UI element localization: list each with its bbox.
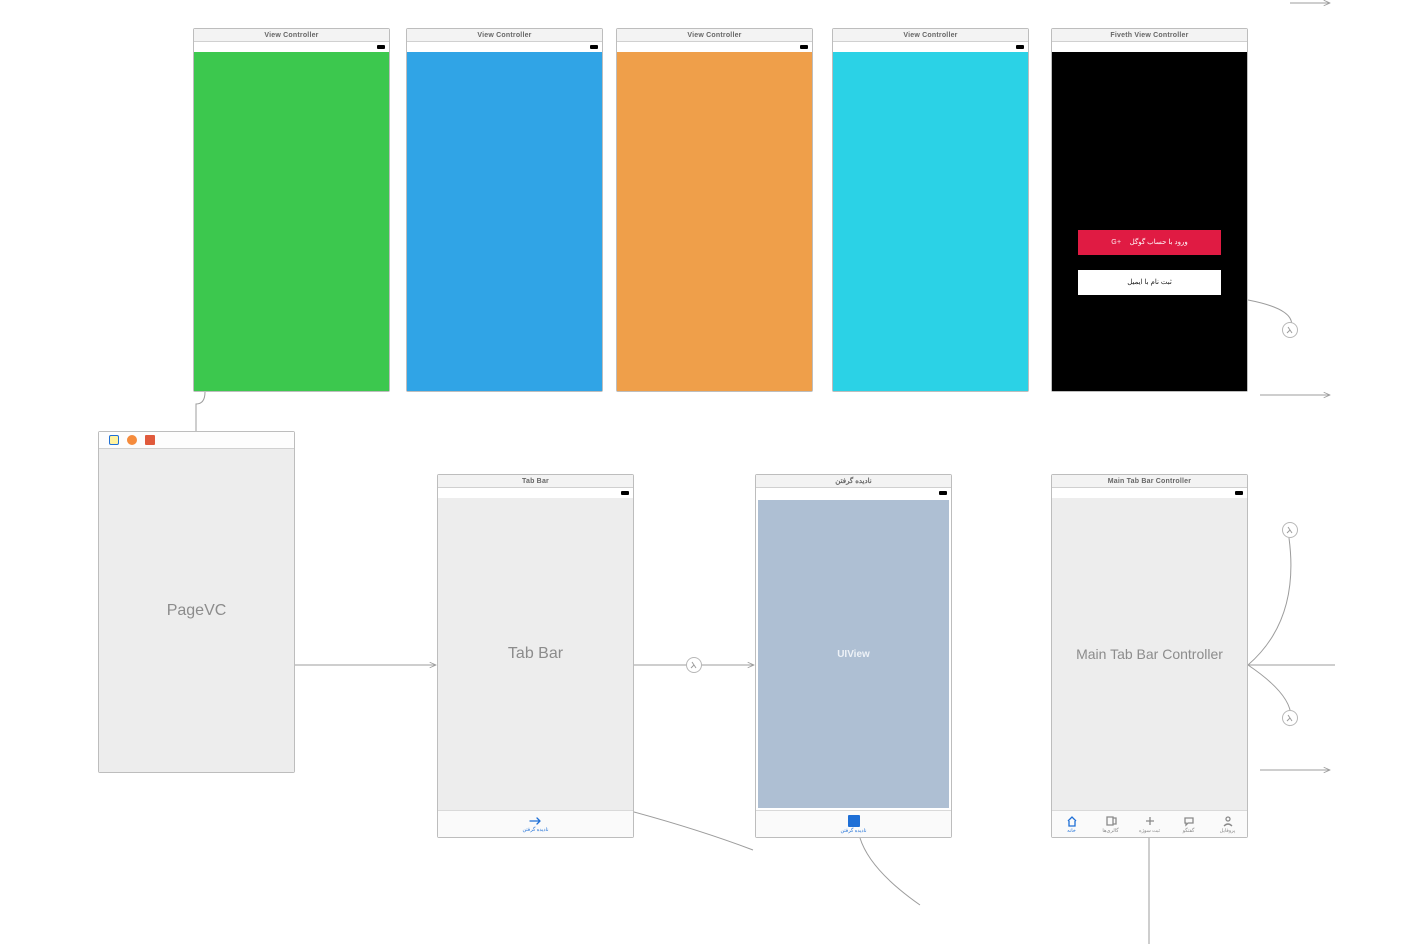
placeholder-label: Tab Bar: [508, 645, 563, 663]
exit-icon[interactable]: [145, 435, 155, 445]
status-bar: [1052, 42, 1247, 52]
scene-selection-bar[interactable]: [99, 432, 294, 449]
scene-title: Main Tab Bar Controller: [1052, 475, 1247, 488]
tab-bar: نادیده گرفتن: [756, 810, 951, 837]
home-icon: [1066, 815, 1078, 827]
root-view: [194, 52, 389, 391]
profile-icon: [1222, 815, 1234, 827]
scene-title: View Controller: [407, 29, 602, 42]
tab-label[interactable]: نادیده گرفتن: [840, 828, 866, 834]
status-bar: [1052, 488, 1247, 498]
tab-bar-controller[interactable]: Tab Bar Tab Bar نادیده گرفتن: [437, 474, 634, 838]
status-bar: [833, 42, 1028, 52]
root-view: [407, 52, 602, 391]
scene-title: View Controller: [194, 29, 389, 42]
email-signup-button[interactable]: ثبت نام با ایمیل: [1078, 270, 1221, 295]
google-plus-icon: G+: [1111, 239, 1121, 246]
page-view-controller[interactable]: PageVC: [98, 431, 295, 773]
view-controller-orange[interactable]: View Controller: [616, 28, 813, 392]
view-controller-icon[interactable]: [109, 435, 119, 445]
tab-profile[interactable]: پروفایل: [1208, 811, 1247, 837]
google-signin-button[interactable]: G+ ورود با حساب گوگل: [1078, 230, 1221, 255]
first-responder-icon[interactable]: [127, 435, 137, 445]
scene-title: View Controller: [833, 29, 1028, 42]
tab-galleries[interactable]: گالری‌ها: [1091, 811, 1130, 837]
unseen-view-controller[interactable]: نادیده گرفتن UIView نادیده گرفتن: [755, 474, 952, 838]
main-tab-bar-controller[interactable]: Main Tab Bar Controller Main Tab Bar Con…: [1051, 474, 1248, 838]
segue-icon[interactable]: [1282, 522, 1298, 538]
status-bar: [194, 42, 389, 52]
scene-title: Tab Bar: [438, 475, 633, 488]
tab-bar: خانه گالری‌ها ثبت سوژه گفتگو پروفایل: [1052, 810, 1247, 837]
view-controller-cyan[interactable]: View Controller: [832, 28, 1029, 392]
container-placeholder: PageVC: [99, 449, 294, 772]
view-controller-green[interactable]: View Controller: [193, 28, 390, 392]
login-view-controller[interactable]: Fiveth View Controller G+ ورود با حساب گ…: [1051, 28, 1248, 392]
root-view: G+ ورود با حساب گوگل ثبت نام با ایمیل: [1052, 52, 1247, 391]
status-bar: [407, 42, 602, 52]
segue-icon[interactable]: [1282, 710, 1298, 726]
uiview[interactable]: UIView: [758, 500, 949, 808]
status-bar: [756, 488, 951, 498]
plus-icon: [1144, 815, 1156, 827]
root-view: [617, 52, 812, 391]
container-placeholder: Tab Bar: [438, 498, 633, 810]
scene-title: View Controller: [617, 29, 812, 42]
status-bar: [617, 42, 812, 52]
google-signin-label: ورود با حساب گوگل: [1130, 239, 1188, 246]
scene-title: Fiveth View Controller: [1052, 29, 1247, 42]
gallery-icon: [1105, 815, 1117, 827]
square-icon: [848, 815, 860, 827]
tab-home[interactable]: خانه: [1052, 811, 1091, 837]
status-bar: [438, 488, 633, 498]
tab-chat[interactable]: گفتگو: [1169, 811, 1208, 837]
tab-label: پروفایل: [1220, 828, 1236, 834]
placeholder-label: Main Tab Bar Controller: [1076, 646, 1223, 662]
uiview-label: UIView: [837, 649, 870, 660]
root-view: [833, 52, 1028, 391]
segue-icon[interactable]: [686, 657, 702, 673]
tab-add[interactable]: ثبت سوژه: [1130, 811, 1169, 837]
tab-label: ثبت سوژه: [1139, 828, 1160, 834]
tab-label: گفتگو: [1183, 828, 1195, 834]
chat-icon: [1183, 815, 1195, 827]
tab-label: گالری‌ها: [1102, 828, 1118, 834]
tab-label[interactable]: نادیده گرفتن: [522, 827, 548, 833]
tab-label: خانه: [1067, 828, 1076, 834]
tab-bar: نادیده گرفتن: [438, 810, 633, 837]
scene-title: نادیده گرفتن: [756, 475, 951, 488]
container-placeholder: Main Tab Bar Controller: [1052, 498, 1247, 810]
email-signup-label: ثبت نام با ایمیل: [1127, 279, 1172, 286]
arrow-right-icon: [529, 816, 543, 826]
placeholder-label: PageVC: [167, 602, 227, 620]
segue-icon[interactable]: [1282, 322, 1298, 338]
view-controller-blue[interactable]: View Controller: [406, 28, 603, 392]
